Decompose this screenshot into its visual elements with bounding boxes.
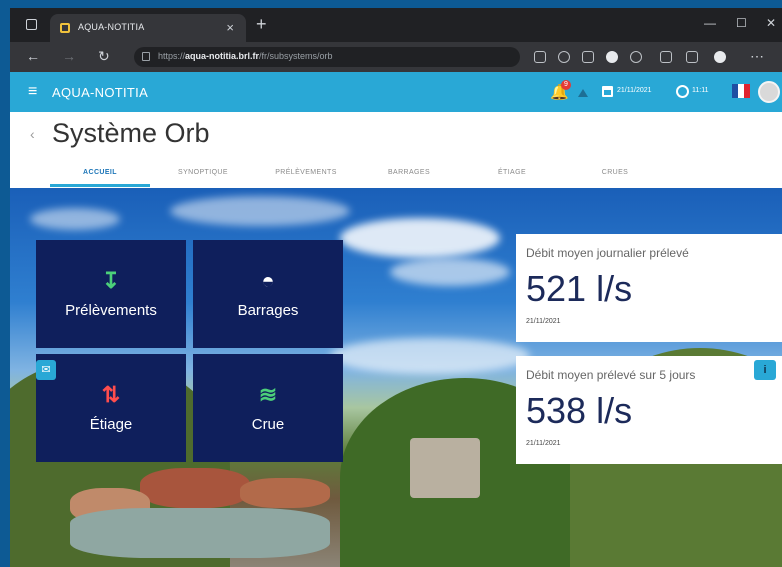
tile-prelevements[interactable]: ↧ Prélèvements — [36, 240, 186, 348]
stat-date: 21/11/2021 — [526, 440, 561, 447]
favicon-icon — [60, 23, 70, 33]
more-options-icon[interactable]: ⋯ — [750, 48, 764, 65]
tab-close-icon[interactable]: × — [226, 20, 234, 35]
tile-etiage[interactable]: ⇅ Étiage — [36, 354, 186, 462]
current-time: 11:11 — [692, 87, 709, 94]
favorites-bar-icon[interactable] — [660, 51, 672, 63]
tab-prelevements[interactable]: PRÉLÈVEMENTS — [256, 169, 356, 176]
close-window-icon[interactable]: ✕ — [766, 16, 776, 30]
extension-icon[interactable] — [606, 51, 618, 63]
clock-icon[interactable] — [676, 85, 689, 98]
current-date: 21/11/2021 — [617, 87, 652, 94]
mail-icon[interactable]: ✉ — [36, 360, 56, 380]
tab-etiage[interactable]: ÉTIAGE — [462, 169, 562, 176]
download-arrow-icon: ↧ — [101, 268, 121, 293]
browser-tab[interactable]: AQUA-NOTITIA × — [50, 14, 246, 42]
hamburger-menu-icon[interactable]: ≡ — [28, 83, 37, 101]
maximize-icon[interactable]: ☐ — [736, 16, 747, 30]
back-arrow-icon[interactable]: ← — [26, 48, 40, 64]
extension2-icon[interactable] — [630, 51, 642, 63]
notification-badge: 9 — [561, 80, 571, 90]
window-menu-icon[interactable] — [26, 19, 37, 30]
lock-icon — [142, 52, 150, 61]
app-header: ≡ AQUA-NOTITIA 🔔 9 21/11/2021 11:11 — [10, 72, 782, 112]
stat-card-daily: Débit moyen journalier prélevé 521 l/s 2… — [516, 234, 782, 342]
browser-tab-strip: AQUA-NOTITIA × + — ☐ ✕ — [10, 8, 782, 42]
tab-barrages[interactable]: BARRAGES — [359, 169, 459, 176]
active-tab-indicator — [50, 184, 150, 187]
read-aloud-icon[interactable] — [534, 51, 546, 63]
stat-label: Débit moyen prélevé sur 5 jours — [526, 368, 696, 382]
water-drop-icon: ◓ — [261, 268, 275, 293]
stat-value: 538 l/s — [526, 390, 633, 431]
tile-label: Étiage — [89, 416, 133, 433]
tile-label: Crue — [251, 416, 285, 433]
browser-window: AQUA-NOTITIA × + — ☐ ✕ ← → ↻ https://aqu… — [10, 8, 782, 567]
favorites-star-icon[interactable] — [582, 51, 594, 63]
french-flag-icon[interactable] — [732, 84, 750, 98]
collections-icon[interactable] — [686, 51, 698, 63]
tile-barrages[interactable]: ◓ Barrages — [193, 240, 343, 348]
app-title[interactable]: AQUA-NOTITIA — [52, 85, 148, 100]
stat-card-5days: Débit moyen prélevé sur 5 jours 538 l/s … — [516, 356, 782, 464]
tab-accueil[interactable]: ACCUEIL — [50, 169, 150, 176]
stat-date: 21/11/2021 — [526, 318, 561, 325]
stat-value: 521 l/s — [526, 268, 633, 309]
stat-label: Débit moyen journalier prélevé — [526, 246, 689, 260]
tab-synoptique[interactable]: SYNOPTIQUE — [153, 169, 253, 176]
waves-icon: ≋ — [258, 382, 278, 407]
forward-arrow-icon[interactable]: → — [62, 48, 76, 64]
up-down-arrows-icon: ⇅ — [101, 382, 121, 407]
tab-title: AQUA-NOTITIA — [78, 22, 145, 32]
tab-crues[interactable]: CRUES — [565, 169, 665, 176]
calendar-icon[interactable] — [602, 86, 613, 97]
info-icon[interactable]: i — [754, 360, 776, 380]
minimize-icon[interactable]: — — [704, 16, 716, 30]
tile-label: Prélèvements — [65, 302, 157, 319]
profile-icon[interactable] — [714, 51, 726, 63]
browser-toolbar: ← → ↻ https://aqua-notitia.brl.fr/fr/sub… — [10, 42, 782, 72]
zoom-icon[interactable] — [558, 51, 570, 63]
page-title: Système Orb — [52, 118, 210, 148]
tile-crue[interactable]: ≋ Crue — [193, 354, 343, 462]
warning-icon[interactable] — [578, 89, 588, 97]
hero-landscape: ↧ Prélèvements ◓ Barrages ⇅ Étiage ≋ Cru… — [10, 188, 782, 567]
address-bar[interactable]: https://aqua-notitia.brl.fr/fr/subsystem… — [134, 47, 520, 67]
avatar[interactable] — [758, 81, 780, 103]
tile-label: Barrages — [237, 302, 299, 319]
section-tabs: ACCUEIL SYNOPTIQUE PRÉLÈVEMENTS BARRAGES… — [10, 162, 782, 188]
new-tab-icon[interactable]: + — [256, 14, 267, 35]
back-chevron-icon[interactable]: ‹ — [30, 126, 35, 142]
url-text: https://aqua-notitia.brl.fr/fr/subsystem… — [158, 51, 333, 61]
reload-icon[interactable]: ↻ — [98, 48, 110, 65]
